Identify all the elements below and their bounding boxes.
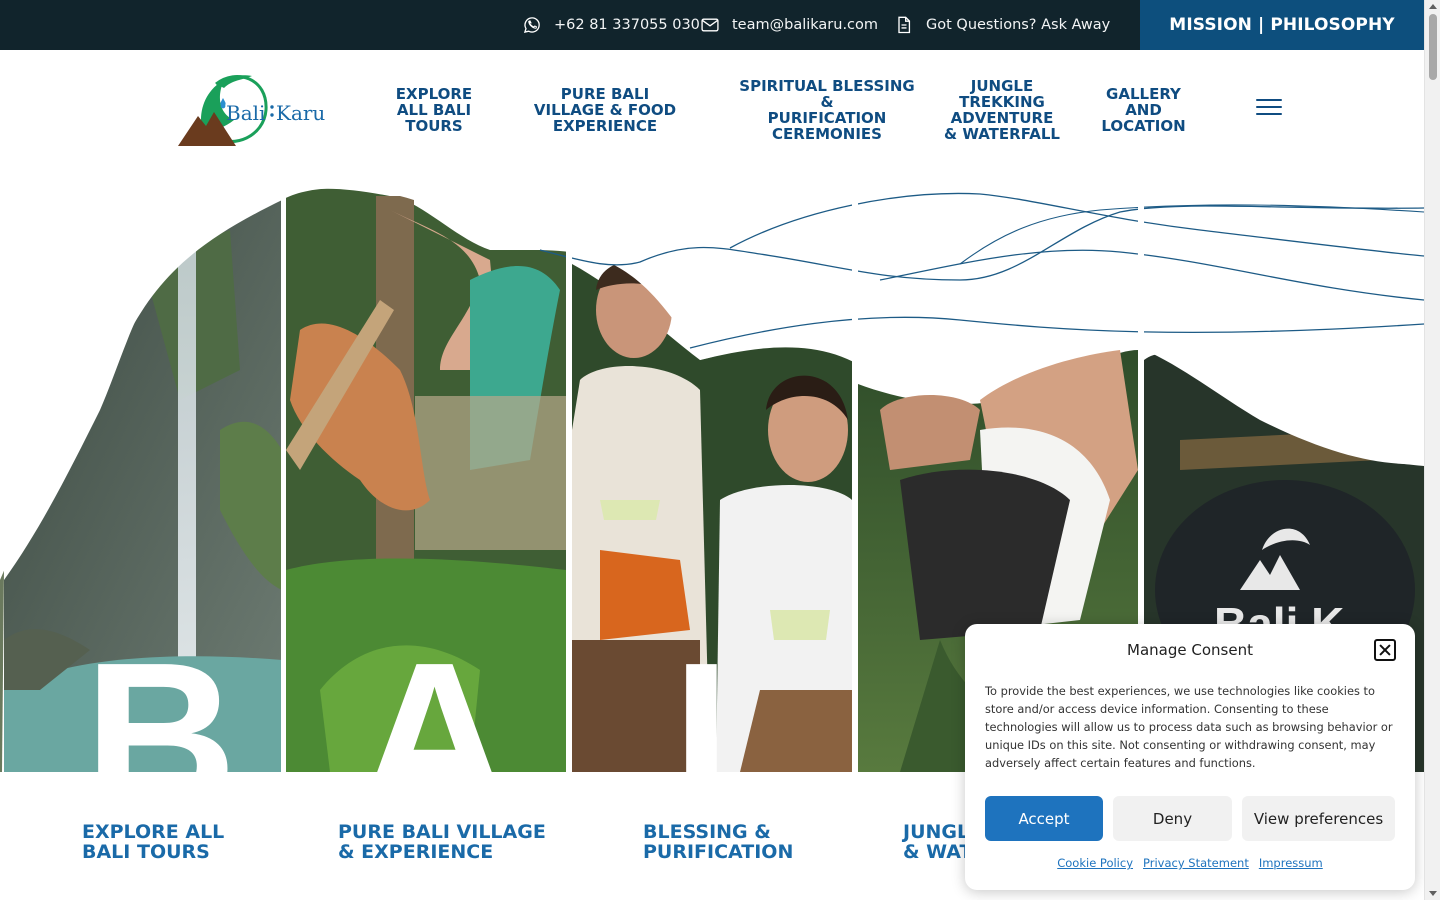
email-link[interactable]: team@balikaru.com	[700, 0, 878, 50]
nav-village-food[interactable]: PURE BALI VILLAGE & FOOD EXPERIENCE	[530, 50, 680, 170]
mail-icon	[701, 18, 719, 32]
category-jungle-waterfall[interactable]: JUNGL & WAT	[903, 822, 972, 862]
phone-number: +62 81 337055 030	[554, 17, 700, 33]
site-header: Bali Karu EXPLORE ALL BALI TOURS PURE BA…	[0, 50, 1424, 170]
category-label: & WAT	[903, 841, 973, 863]
deny-button[interactable]: Deny	[1113, 796, 1232, 841]
mission-philosophy-button[interactable]: MISSION | PHILOSOPHY	[1140, 0, 1424, 50]
nav-label: LOCATION	[1101, 117, 1186, 135]
menu-icon[interactable]	[1256, 98, 1282, 118]
category-label: & EXPERIENCE	[338, 841, 494, 863]
consent-message: To provide the best experiences, we use …	[985, 684, 1393, 770]
impressum-link[interactable]: Impressum	[1259, 856, 1323, 870]
nav-label: TOURS	[405, 117, 463, 135]
nav-label: EXPERIENCE	[552, 117, 658, 135]
privacy-statement-link[interactable]: Privacy Statement	[1143, 856, 1249, 870]
nav-gallery-location[interactable]: GALLERY AND LOCATION	[1086, 50, 1201, 170]
svg-text:Karu: Karu	[276, 101, 325, 125]
nav-label: CEREMONIES	[772, 125, 882, 143]
nav-label: ALL BALI	[396, 101, 472, 119]
document-icon	[898, 16, 911, 34]
scroll-up-icon[interactable]	[1429, 4, 1437, 9]
nav-spiritual-blessing[interactable]: SPIRITUAL BLESSING & PURIFICATION CEREMO…	[736, 50, 918, 170]
hero-letter-b: B	[84, 618, 237, 772]
hero-letter-a: A	[358, 618, 511, 772]
balikaru-logo-icon: Bali Karu	[178, 75, 325, 146]
category-label: JUNGL	[903, 821, 970, 843]
close-icon[interactable]	[1374, 639, 1396, 661]
consent-links: Cookie Policy Privacy Statement Impressu…	[965, 856, 1415, 870]
category-label: PURE BALI VILLAGE	[338, 821, 546, 843]
nav-label: EXPLORE	[395, 85, 473, 103]
site-logo[interactable]: Bali Karu	[176, 70, 326, 150]
scrollbar-thumb[interactable]	[1429, 14, 1437, 80]
category-village-experience[interactable]: PURE BALI VILLAGE & EXPERIENCE	[338, 822, 546, 862]
accept-button[interactable]: Accept	[985, 796, 1103, 841]
category-label: BLESSING &	[643, 821, 771, 843]
category-explore-tours[interactable]: EXPLORE ALL BALI TOURS	[82, 822, 224, 862]
nav-label: PURIFICATION	[767, 109, 887, 127]
nav-explore-tours[interactable]: EXPLORE ALL BALI TOURS	[384, 50, 484, 170]
category-label: PURIFICATION	[643, 841, 794, 863]
nav-label: JUNGLE TREKKING	[959, 77, 1045, 111]
nav-label: VILLAGE & FOOD	[533, 101, 677, 119]
consent-title: Manage Consent	[1127, 641, 1253, 659]
hero-letter-l: L	[672, 618, 802, 772]
consent-dialog: Manage Consent To provide the best exper…	[965, 624, 1415, 890]
logo-text: Bali	[226, 101, 265, 125]
category-label: BALI TOURS	[82, 841, 210, 863]
nav-label: SPIRITUAL BLESSING &	[739, 77, 915, 111]
page-scrollbar[interactable]	[1424, 0, 1440, 900]
nav-label: ADVENTURE	[950, 109, 1054, 127]
category-label: EXPLORE ALL	[82, 821, 225, 843]
nav-label: & WATERFALL	[944, 125, 1060, 143]
view-preferences-button[interactable]: View preferences	[1242, 796, 1395, 841]
top-bar: +62 81 337055 030 team@balikaru.com Got …	[0, 0, 1424, 50]
scroll-down-icon[interactable]	[1429, 891, 1437, 896]
nav-jungle-trekking[interactable]: JUNGLE TREKKING ADVENTURE & WATERFALL	[928, 50, 1076, 170]
phone-link[interactable]: +62 81 337055 030	[522, 0, 700, 50]
questions-label: Got Questions? Ask Away	[926, 17, 1111, 33]
category-blessing-purification[interactable]: BLESSING & PURIFICATION	[643, 822, 793, 862]
whatsapp-icon	[523, 17, 540, 34]
cookie-policy-link[interactable]: Cookie Policy	[1057, 856, 1133, 870]
nav-label: GALLERY AND	[1106, 85, 1181, 119]
nav-label: PURE BALI	[560, 85, 650, 103]
questions-link[interactable]: Got Questions? Ask Away	[894, 0, 1110, 50]
email-address: team@balikaru.com	[732, 17, 879, 33]
